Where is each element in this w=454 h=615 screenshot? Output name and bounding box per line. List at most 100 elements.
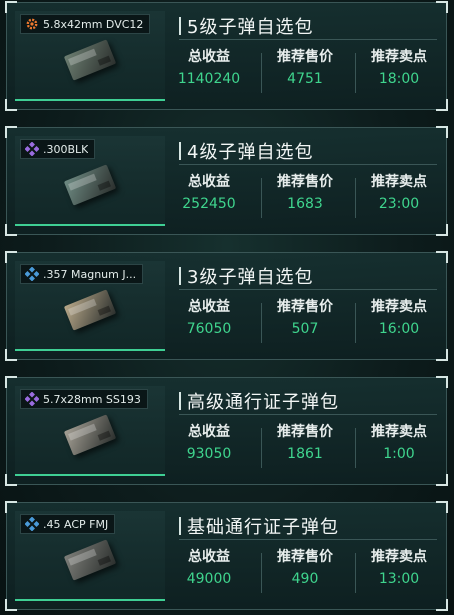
pack-title: 基础通行证子弹包	[187, 517, 339, 538]
pack-title-bar: 高级通行证子弹包	[179, 388, 437, 415]
corner-bracket	[436, 99, 448, 111]
recommended-price-value: 507	[291, 321, 319, 337]
recommended-time-value: 23:00	[378, 196, 420, 212]
total-profit-value: 76050	[186, 321, 232, 337]
item-name: .45 ACP FMJ	[43, 517, 109, 531]
orange-gear-icon	[25, 17, 43, 31]
pack-title: 3级子弹自选包	[187, 267, 314, 288]
recommended-time-label: 推荐卖点	[371, 424, 427, 440]
stat-divider	[355, 53, 356, 93]
recommended-time-stat: 推荐卖点 16:00	[354, 297, 444, 339]
title-accent	[179, 17, 181, 35]
recommended-price-label: 推荐售价	[277, 424, 333, 440]
recommended-time-stat: 推荐卖点 13:00	[354, 547, 444, 589]
ammo-box-image	[63, 414, 117, 456]
total-profit-value: 252450	[182, 196, 236, 212]
recommended-time-value: 1:00	[383, 446, 415, 462]
item-preview-panel: 5.7x28mm SS193	[15, 386, 165, 476]
stat-divider	[261, 303, 262, 343]
recommended-price-value: 490	[291, 571, 319, 587]
recommended-price-stat: 推荐售价 507	[260, 297, 350, 339]
corner-bracket	[436, 349, 448, 361]
corner-bracket	[436, 224, 448, 236]
stat-divider	[355, 303, 356, 343]
stat-divider	[261, 428, 262, 468]
recommended-price-value: 1683	[287, 196, 323, 212]
item-name: 5.8x42mm DVC12	[43, 17, 144, 31]
pack-card[interactable]: 5.7x28mm SS193 高级通行证子弹包 总收益 93050 推荐售价 1861 推荐…	[5, 376, 448, 486]
recommended-price-label: 推荐售价	[277, 174, 333, 190]
title-accent	[179, 517, 181, 535]
total-profit-stat: 总收益 1140240	[164, 47, 254, 89]
recommended-time-stat: 推荐卖点 1:00	[354, 422, 444, 464]
total-profit-label: 总收益	[188, 424, 230, 440]
item-name: 5.7x28mm SS193	[43, 392, 141, 406]
pack-card[interactable]: .45 ACP FMJ 基础通行证子弹包总收益 49000 推荐售价 490 推荐卖点 13…	[5, 501, 448, 611]
recommended-time-label: 推荐卖点	[371, 299, 427, 315]
title-accent	[179, 267, 181, 285]
stat-divider	[261, 53, 262, 93]
ammo-box-image	[63, 164, 117, 206]
purple-diamond-icon	[25, 392, 43, 406]
total-profit-value: 49000	[186, 571, 232, 587]
recommended-time-value: 18:00	[378, 71, 420, 87]
recommended-time-label: 推荐卖点	[371, 549, 427, 565]
recommended-time-stat: 推荐卖点 18:00	[354, 47, 444, 89]
stat-divider	[355, 553, 356, 593]
item-preview-panel: 5.8x42mm DVC12	[15, 11, 165, 101]
total-profit-stat: 总收益 49000	[164, 547, 254, 589]
total-profit-label: 总收益	[188, 174, 230, 190]
recommended-price-label: 推荐售价	[277, 49, 333, 65]
stat-divider	[355, 178, 356, 218]
blue-diamond-icon	[25, 267, 43, 281]
title-accent	[179, 142, 181, 160]
item-name: .300BLK	[43, 142, 89, 156]
total-profit-value: 1140240	[177, 71, 241, 87]
recommended-price-value: 4751	[287, 71, 323, 87]
item-preview-panel: .357 Magnum J...	[15, 261, 165, 351]
total-profit-value: 93050	[186, 446, 232, 462]
purple-diamond-icon	[25, 142, 43, 156]
total-profit-stat: 总收益 93050	[164, 422, 254, 464]
pack-title-bar: 4级子弹自选包	[179, 138, 437, 165]
pack-title: 5级子弹自选包	[187, 17, 314, 38]
recommended-time-label: 推荐卖点	[371, 49, 427, 65]
recommended-price-value: 1861	[287, 446, 323, 462]
ammo-box-image	[63, 539, 117, 581]
total-profit-stat: 总收益 76050	[164, 297, 254, 339]
pack-title-bar: 基础通行证子弹包	[179, 513, 437, 540]
recommended-price-label: 推荐售价	[277, 299, 333, 315]
recommended-time-label: 推荐卖点	[371, 174, 427, 190]
recommended-time-value: 16:00	[378, 321, 420, 337]
recommended-price-stat: 推荐售价 490	[260, 547, 350, 589]
stat-divider	[355, 428, 356, 468]
corner-bracket	[436, 599, 448, 611]
ammo-box-image	[63, 39, 117, 81]
stat-divider	[261, 178, 262, 218]
total-profit-label: 总收益	[188, 49, 230, 65]
item-tag: .357 Magnum J...	[20, 264, 144, 284]
ammo-box-image	[63, 289, 117, 331]
pack-card[interactable]: .300BLK 4级子弹自选包总收益 252450 推荐售价 1683 推荐卖点 23:00	[5, 126, 448, 236]
recommended-price-stat: 推荐售价 4751	[260, 47, 350, 89]
item-tag: .45 ACP FMJ	[20, 514, 116, 534]
pack-title: 高级通行证子弹包	[187, 392, 339, 413]
stat-divider	[261, 553, 262, 593]
pack-title-bar: 3级子弹自选包	[179, 263, 437, 290]
pack-title-bar: 5级子弹自选包	[179, 13, 437, 40]
pack-card[interactable]: 5.8x42mm DVC12 5级子弹自选包 总收益 1140240 推荐售价 4751 推…	[5, 1, 448, 111]
item-name: .357 Magnum J...	[43, 267, 137, 281]
item-preview-panel: .45 ACP FMJ	[15, 511, 165, 601]
item-tag: 5.8x42mm DVC12	[20, 14, 151, 34]
pack-title: 4级子弹自选包	[187, 142, 314, 163]
pack-card[interactable]: .357 Magnum J... 3级子弹自选包 总收益 76050 推荐售价 507 推荐…	[5, 251, 448, 361]
corner-bracket	[436, 474, 448, 486]
item-preview-panel: .300BLK	[15, 136, 165, 226]
recommended-time-value: 13:00	[378, 571, 420, 587]
blue-diamond-icon	[25, 517, 43, 531]
total-profit-stat: 总收益 252450	[164, 172, 254, 214]
recommended-price-stat: 推荐售价 1861	[260, 422, 350, 464]
item-tag: 5.7x28mm SS193	[20, 389, 148, 409]
recommended-time-stat: 推荐卖点 23:00	[354, 172, 444, 214]
item-tag: .300BLK	[20, 139, 96, 159]
